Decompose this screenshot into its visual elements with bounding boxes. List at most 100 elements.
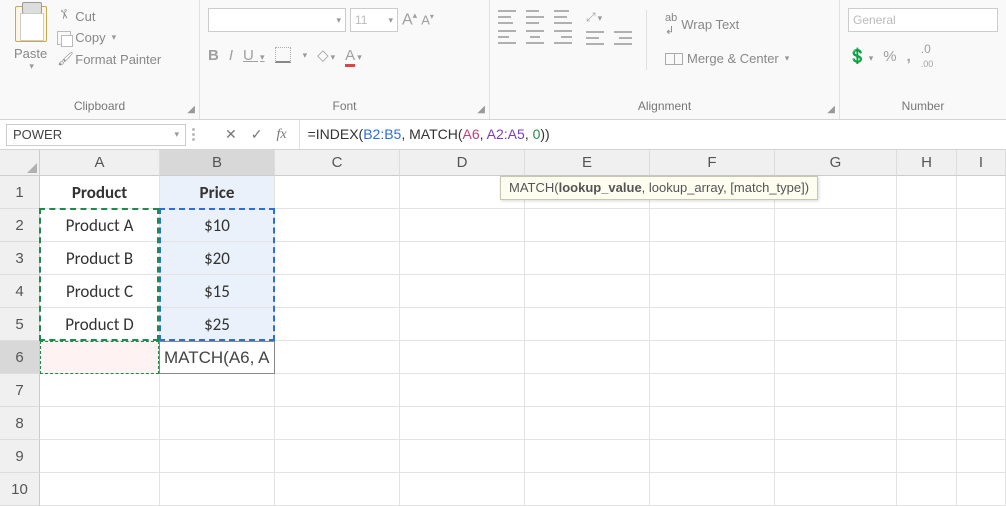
bold-button[interactable]: B (208, 47, 219, 64)
increase-indent-icon[interactable] (614, 31, 632, 45)
row-header[interactable]: 5 (0, 308, 40, 341)
row-header[interactable]: 1 (0, 176, 40, 209)
cell[interactable] (650, 341, 775, 374)
row-header[interactable]: 10 (0, 473, 40, 506)
cell[interactable] (160, 407, 275, 440)
cell[interactable] (400, 308, 525, 341)
cell[interactable] (650, 440, 775, 473)
cell[interactable] (525, 440, 650, 473)
cell[interactable] (897, 407, 957, 440)
cell[interactable] (957, 407, 1006, 440)
cell[interactable] (957, 209, 1006, 242)
cell[interactable] (525, 473, 650, 506)
orientation-button[interactable]: ⤢▾ (586, 10, 602, 25)
col-header[interactable]: D (400, 150, 525, 176)
cell[interactable] (650, 308, 775, 341)
italic-button[interactable]: I (229, 47, 233, 64)
cut-button[interactable]: ✂ Cut (53, 6, 165, 26)
cell[interactable] (275, 440, 400, 473)
row-header[interactable]: 7 (0, 374, 40, 407)
dialog-launcher-icon[interactable]: ◢ (187, 104, 195, 115)
cell-B2[interactable]: $10 (160, 209, 275, 242)
align-right-icon[interactable] (554, 30, 572, 44)
row-header[interactable]: 2 (0, 209, 40, 242)
row-header[interactable]: 9 (0, 440, 40, 473)
col-header[interactable]: B (160, 150, 275, 176)
cell[interactable] (775, 440, 897, 473)
cell[interactable] (957, 341, 1006, 374)
col-header[interactable]: G (775, 150, 897, 176)
cell[interactable] (957, 308, 1006, 341)
dialog-launcher-icon[interactable]: ◢ (477, 104, 485, 115)
cell[interactable] (525, 341, 650, 374)
copy-button[interactable]: Copy ▾ (53, 28, 165, 47)
cell-A2[interactable]: Product A (40, 209, 160, 242)
cell[interactable] (400, 341, 525, 374)
cell[interactable] (525, 374, 650, 407)
cell[interactable] (160, 440, 275, 473)
col-header[interactable]: A (40, 150, 160, 176)
cell[interactable] (650, 275, 775, 308)
cell[interactable] (775, 341, 897, 374)
cell[interactable] (525, 275, 650, 308)
align-bottom-icon[interactable] (554, 10, 572, 24)
cell[interactable] (275, 176, 400, 209)
col-header[interactable]: E (525, 150, 650, 176)
cell[interactable] (400, 440, 525, 473)
paste-button[interactable]: Paste ▾ (8, 4, 53, 74)
align-center-icon[interactable] (526, 30, 544, 44)
cell[interactable] (275, 209, 400, 242)
cell[interactable] (897, 209, 957, 242)
cell[interactable] (525, 242, 650, 275)
cell[interactable] (650, 242, 775, 275)
cell-B5[interactable]: $25 (160, 308, 275, 341)
row-header[interactable]: 8 (0, 407, 40, 440)
cell[interactable] (525, 308, 650, 341)
cell[interactable] (897, 341, 957, 374)
comma-button[interactable]: , (907, 48, 911, 65)
cell[interactable] (650, 209, 775, 242)
cancel-icon[interactable]: ✕ (225, 126, 237, 143)
cell-A5[interactable]: Product D (40, 308, 160, 341)
fx-icon[interactable]: fx (276, 127, 286, 143)
cell[interactable] (650, 473, 775, 506)
cell[interactable] (275, 473, 400, 506)
increase-font-icon[interactable]: A▴ (402, 10, 417, 29)
percent-button[interactable]: % (883, 48, 896, 65)
font-family-combo[interactable]: ▾ (208, 8, 346, 32)
cell[interactable] (957, 275, 1006, 308)
cell[interactable] (160, 473, 275, 506)
format-painter-button[interactable]: 🖌 Format Painter (53, 49, 165, 69)
cell[interactable] (40, 374, 160, 407)
cell[interactable] (40, 440, 160, 473)
cell[interactable] (525, 209, 650, 242)
cell[interactable] (275, 275, 400, 308)
align-top-icon[interactable] (498, 10, 516, 24)
cell-A4[interactable]: Product C (40, 275, 160, 308)
dialog-launcher-icon[interactable]: ◢ (827, 104, 835, 115)
row-header[interactable]: 6 (0, 341, 40, 374)
align-left-icon[interactable] (498, 30, 516, 44)
col-header[interactable]: F (650, 150, 775, 176)
cell[interactable] (897, 275, 957, 308)
cell[interactable] (897, 176, 957, 209)
cell[interactable] (897, 308, 957, 341)
cell-B4[interactable]: $15 (160, 275, 275, 308)
decrease-font-icon[interactable]: A▾ (421, 12, 434, 27)
fill-color-button[interactable]: ◇▾ (317, 46, 335, 64)
underline-button[interactable]: U ▾ (243, 47, 265, 64)
cell[interactable] (775, 407, 897, 440)
cell-A3[interactable]: Product B (40, 242, 160, 275)
cell[interactable] (775, 473, 897, 506)
name-box[interactable]: POWER ▾ (6, 124, 186, 146)
cell[interactable] (275, 407, 400, 440)
cell[interactable] (957, 440, 1006, 473)
cell[interactable] (275, 242, 400, 275)
number-format-combo[interactable]: General (848, 8, 998, 32)
row-header[interactable]: 4 (0, 275, 40, 308)
cell[interactable] (897, 374, 957, 407)
cell[interactable] (525, 407, 650, 440)
cell-B3[interactable]: $20 (160, 242, 275, 275)
cell[interactable] (40, 407, 160, 440)
cell[interactable] (275, 308, 400, 341)
